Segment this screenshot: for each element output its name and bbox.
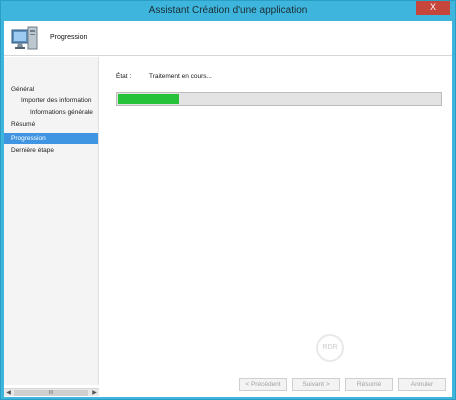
page-title: Progression bbox=[50, 34, 88, 41]
window-client-area: Progression Général Importer des informa… bbox=[4, 21, 452, 397]
sidebar-item-last-step[interactable]: Dernière étape bbox=[4, 145, 98, 156]
window-title: Assistant Création d'une application bbox=[148, 5, 308, 16]
previous-button[interactable]: < Précédent bbox=[239, 378, 287, 391]
wizard-header: Progression bbox=[4, 21, 452, 56]
sidebar-item-progression[interactable]: Progression bbox=[4, 133, 98, 144]
wizard-footer: < Précédent Suivant > Résumé Annuler bbox=[100, 371, 452, 397]
close-button[interactable]: X bbox=[416, 1, 450, 15]
watermark-logo: RDR bbox=[316, 334, 344, 362]
progress-panel: État : Traitement en cours... bbox=[100, 57, 452, 385]
progress-bar bbox=[116, 92, 442, 106]
wizard-steps-sidebar: Général Importer des information Informa… bbox=[4, 57, 99, 385]
next-button[interactable]: Suivant > bbox=[292, 378, 340, 391]
wizard-window: Assistant Création d'une application X P… bbox=[0, 0, 456, 400]
status-label: État : bbox=[116, 73, 132, 80]
scrollbar-thumb[interactable]: III bbox=[14, 390, 88, 396]
title-bar[interactable]: Assistant Création d'une application X bbox=[1, 1, 455, 21]
scroll-left-arrow-icon[interactable]: ◀ bbox=[4, 389, 13, 397]
sidebar-item-general[interactable]: Général bbox=[4, 84, 98, 95]
cancel-button[interactable]: Annuler bbox=[398, 378, 446, 391]
sidebar-item-general-info[interactable]: Informations générale bbox=[4, 107, 98, 118]
progress-bar-fill bbox=[118, 94, 179, 104]
sidebar-item-summary[interactable]: Résumé bbox=[4, 119, 98, 130]
status-value: Traitement en cours... bbox=[149, 73, 212, 80]
sidebar-item-import[interactable]: Importer des information bbox=[4, 95, 98, 106]
scroll-right-arrow-icon[interactable]: ▶ bbox=[90, 389, 99, 397]
computer-monitor-icon bbox=[10, 24, 40, 52]
sidebar-horizontal-scrollbar[interactable]: ◀ III ▶ bbox=[4, 388, 99, 396]
summary-button[interactable]: Résumé bbox=[345, 378, 393, 391]
